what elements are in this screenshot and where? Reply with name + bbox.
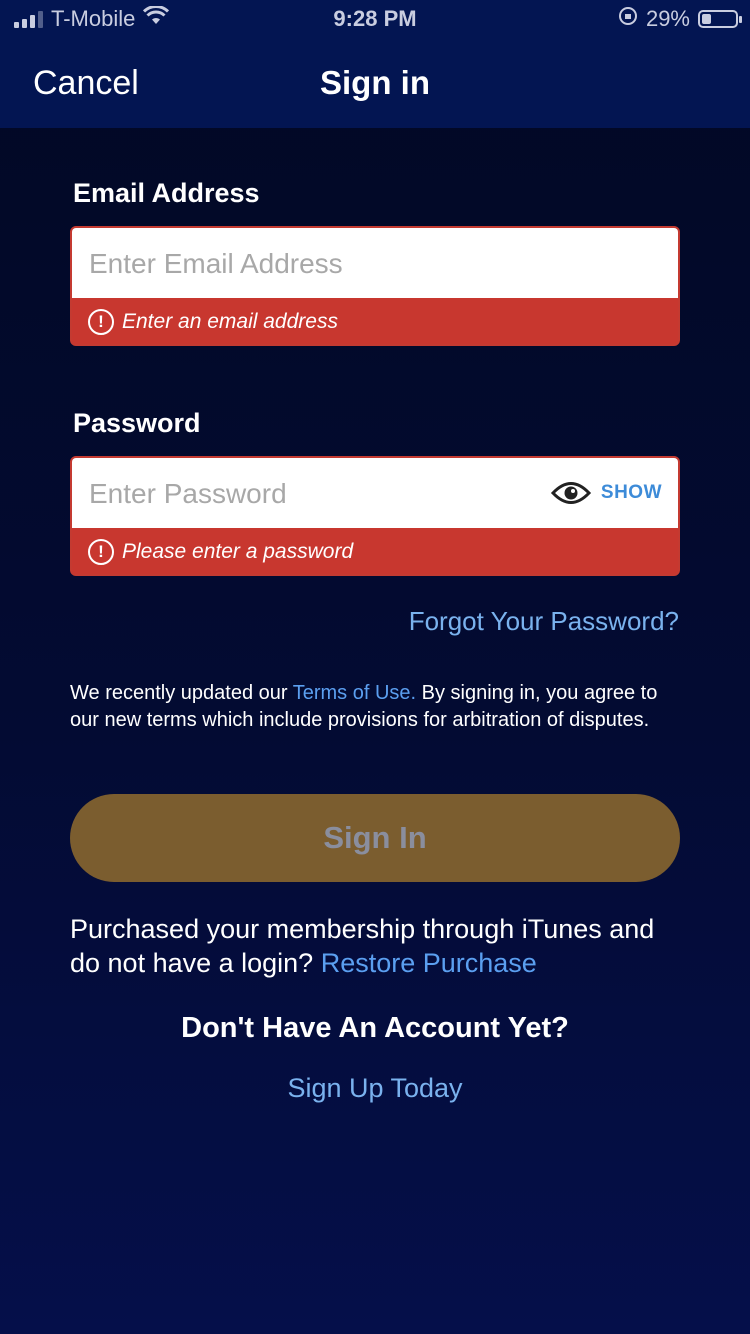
email-error: ! Enter an email address [72,298,678,344]
page-title: Sign in [320,64,430,101]
password-error: ! Please enter a password [72,528,678,574]
password-input[interactable] [87,458,551,530]
terms-notice: We recently updated our Terms of Use. By… [70,680,680,734]
sign-in-button[interactable]: Sign In [70,794,680,882]
email-field-group: ! Enter an email address [70,226,680,346]
forgot-password-link[interactable]: Forgot Your Password? [409,606,679,637]
password-input-area: SHOW [72,458,678,530]
eye-icon [550,480,591,506]
no-account-heading: Don't Have An Account Yet? [181,1012,569,1044]
status-bar: T-Mobile 9:28 PM 29% [0,0,750,40]
password-error-text: Please enter a password [122,540,354,563]
status-right: 29% [618,6,742,32]
terms-of-use-link[interactable]: Terms of Use. [293,682,416,704]
battery-percent: 29% [645,6,690,31]
sign-up-link[interactable]: Sign Up Today [0,1073,750,1104]
restore-purchase-link[interactable]: Restore Purchase [321,948,537,978]
alert-icon: ! [88,539,114,565]
terms-prefix: We recently updated our [70,682,293,704]
password-field-group: SHOW ! Please enter a password [70,456,680,576]
email-input-area [72,228,678,300]
email-input[interactable] [87,228,551,300]
email-error-text: Enter an email address [122,310,338,333]
itunes-notice: Purchased your membership through iTunes… [70,912,690,980]
navigation-header: T-Mobile 9:28 PM 29% Cancel Sign in [0,0,750,128]
email-label: Email Address [73,178,260,208]
orientation-lock-icon [618,6,638,32]
battery-icon [698,10,742,28]
alert-icon: ! [88,309,114,335]
show-password-label: SHOW [600,482,662,503]
battery-level [702,14,711,24]
password-label: Password [73,408,201,438]
show-password-button[interactable]: SHOW [550,458,662,528]
